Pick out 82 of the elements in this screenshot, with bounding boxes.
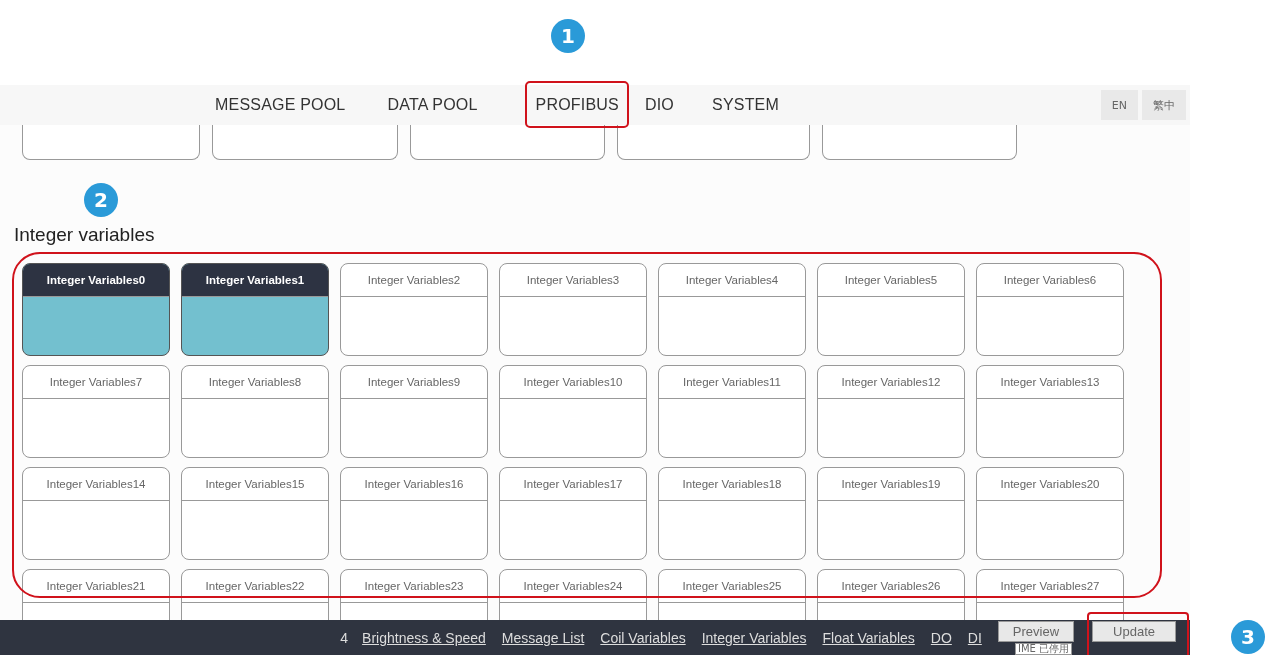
- variable-card[interactable]: Integer Variables19: [817, 467, 965, 560]
- variable-card[interactable]: Integer Variables4: [658, 263, 806, 356]
- card-title: Integer Variables13: [977, 366, 1123, 399]
- variable-card[interactable]: Integer Variables6: [976, 263, 1124, 356]
- tooltip: IME 已停用: [1015, 643, 1073, 655]
- card-title: Integer Variables3: [500, 264, 646, 297]
- preview-button[interactable]: Preview: [997, 621, 1075, 642]
- variable-card[interactable]: Integer Variables1: [181, 263, 329, 356]
- card-title: Integer Variables7: [23, 366, 169, 399]
- card-title: Integer Variables19: [818, 468, 964, 501]
- variable-card[interactable]: Integer Variables18: [658, 467, 806, 560]
- card-title: Integer Variables22: [182, 570, 328, 603]
- variable-card[interactable]: Integer Variables0: [22, 263, 170, 356]
- variable-card[interactable]: Integer Variables5: [817, 263, 965, 356]
- card-title: Integer Variables17: [500, 468, 646, 501]
- variable-card[interactable]: Integer Variables17: [499, 467, 647, 560]
- card-title: Integer Variables14: [23, 468, 169, 501]
- variable-card[interactable]: [822, 125, 1017, 160]
- language-button[interactable]: 繁中: [1142, 90, 1186, 120]
- variable-card[interactable]: Integer Variables21: [22, 569, 170, 620]
- variable-card[interactable]: Integer Variables25: [658, 569, 806, 620]
- card-title: Integer Variables24: [500, 570, 646, 603]
- card-title: Integer Variables15: [182, 468, 328, 501]
- section-heading: Integer variables: [13, 224, 156, 247]
- card-title: Integer Variables20: [977, 468, 1123, 501]
- variable-card[interactable]: Integer Variables10: [499, 365, 647, 458]
- card-title: Integer Variables2: [341, 264, 487, 297]
- variable-card[interactable]: Integer Variables13: [976, 365, 1124, 458]
- language-button[interactable]: EN: [1100, 90, 1138, 120]
- card-title: Integer Variables16: [341, 468, 487, 501]
- card-title: Integer Variables27: [977, 570, 1123, 603]
- card-title: Integer Variables5: [818, 264, 964, 297]
- variable-card[interactable]: Integer Variables7: [22, 365, 170, 458]
- variable-card[interactable]: Integer Variables8: [181, 365, 329, 458]
- nav-tab[interactable]: SYSTEM: [712, 96, 779, 114]
- card-title: Integer Variables0: [23, 264, 169, 297]
- update-button[interactable]: Update: [1092, 621, 1176, 642]
- nav-link[interactable]: Brightness & Speed: [362, 629, 486, 646]
- variable-card[interactable]: Integer Variables2: [340, 263, 488, 356]
- nav-link[interactable]: Integer Variables: [701, 629, 807, 646]
- variable-card[interactable]: Integer Variables14: [22, 467, 170, 560]
- card-title: Integer Variables26: [818, 570, 964, 603]
- card-title: Integer Variables6: [977, 264, 1123, 297]
- card-title: Integer Variables8: [182, 366, 328, 399]
- variable-card[interactable]: Integer Variables20: [976, 467, 1124, 560]
- nav-tab[interactable]: DIO: [644, 96, 674, 114]
- variable-card[interactable]: Integer Variables23: [340, 569, 488, 620]
- variable-card[interactable]: [410, 125, 605, 160]
- nav-tab[interactable]: PROFIBUS: [535, 96, 619, 114]
- nav-link[interactable]: DI: [967, 629, 982, 646]
- variable-card[interactable]: Integer Variables22: [181, 569, 329, 620]
- nav-link[interactable]: DO: [930, 629, 952, 646]
- nav-link[interactable]: Coil Variables: [600, 629, 686, 646]
- variable-card[interactable]: Integer Variables26: [817, 569, 965, 620]
- nav-tab[interactable]: DATA POOL: [387, 96, 478, 114]
- card-title: Integer Variables1: [182, 264, 328, 297]
- variable-card[interactable]: Integer Variables9: [340, 365, 488, 458]
- nav-link[interactable]: Message List: [501, 629, 585, 646]
- card-title: Integer Variables4: [659, 264, 805, 297]
- nav-link[interactable]: Float Variables: [822, 629, 915, 646]
- page-number: 4: [340, 629, 349, 646]
- card-title: Integer Variables25: [659, 570, 805, 603]
- step-badge: 1: [551, 19, 585, 53]
- variable-card[interactable]: [22, 125, 200, 160]
- variable-card[interactable]: Integer Variables15: [181, 467, 329, 560]
- card-title: Integer Variables21: [23, 570, 169, 603]
- variable-card[interactable]: Integer Variables27: [976, 569, 1124, 620]
- card-title: Integer Variables9: [341, 366, 487, 399]
- variable-card[interactable]: Integer Variables3: [499, 263, 647, 356]
- variable-card[interactable]: [617, 125, 810, 160]
- variable-card[interactable]: [212, 125, 398, 160]
- card-title: Integer Variables12: [818, 366, 964, 399]
- step-badge: 3: [1231, 620, 1265, 654]
- variable-card[interactable]: Integer Variables16: [340, 467, 488, 560]
- variable-card[interactable]: Integer Variables24: [499, 569, 647, 620]
- variable-card[interactable]: Integer Variables11: [658, 365, 806, 458]
- card-title: Integer Variables11: [659, 366, 805, 399]
- card-title: Integer Variables23: [341, 570, 487, 603]
- card-title: Integer Variables18: [659, 468, 805, 501]
- card-title: Integer Variables10: [500, 366, 646, 399]
- variable-card[interactable]: Integer Variables12: [817, 365, 965, 458]
- nav-tab[interactable]: MESSAGE POOL: [215, 96, 346, 114]
